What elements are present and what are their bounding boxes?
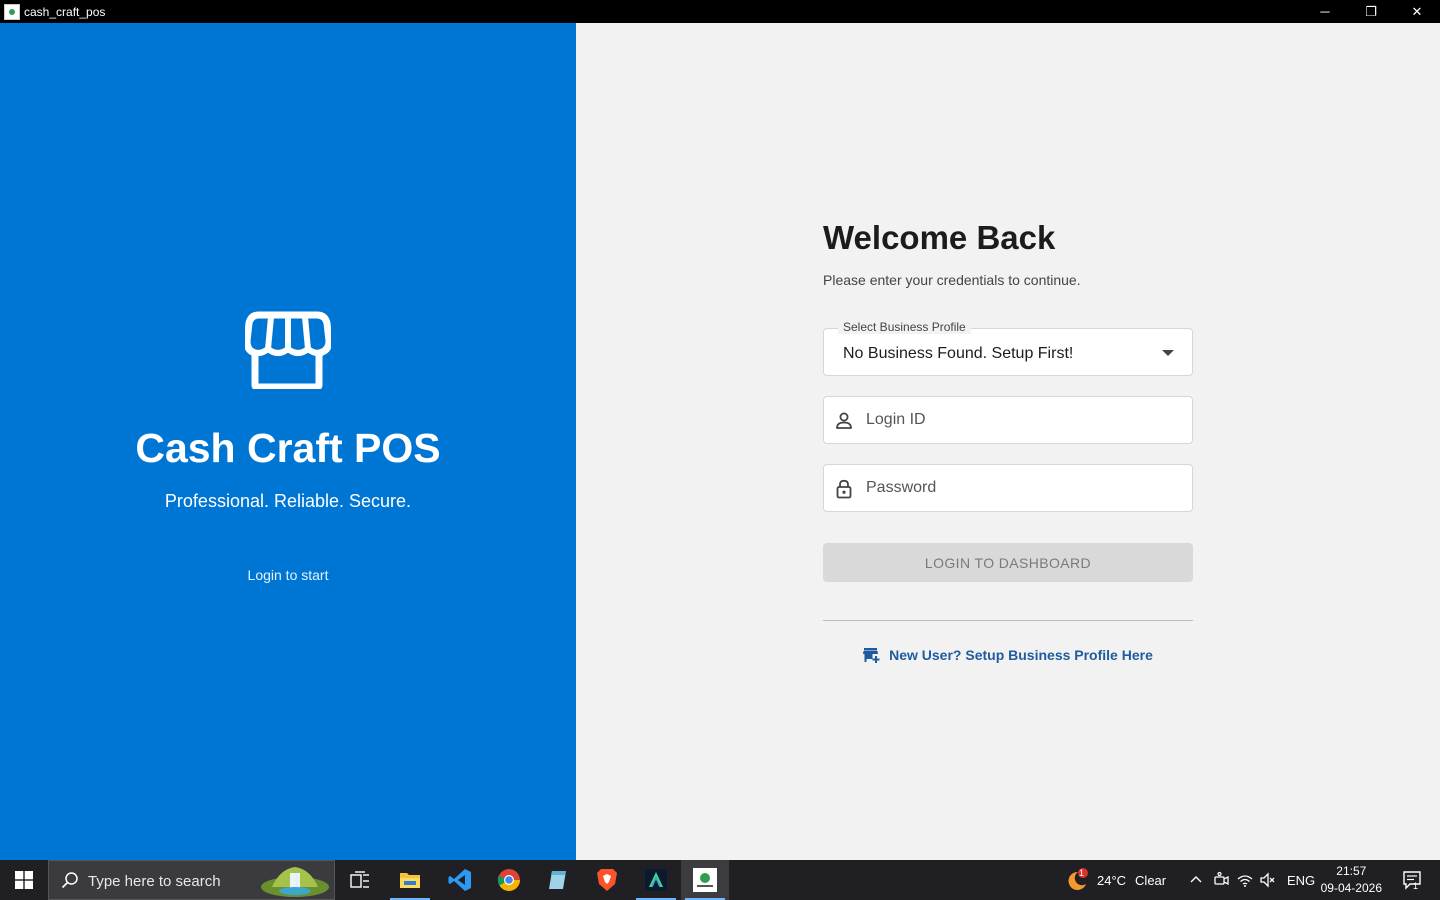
brave-button[interactable] [583,860,631,900]
login-id-field[interactable] [823,396,1193,444]
password-input[interactable] [866,465,1181,511]
login-button[interactable]: LOGIN TO DASHBOARD [823,543,1193,582]
vscode-icon [448,869,471,891]
weather-moon-icon [1068,868,1088,890]
divider [823,620,1193,621]
volume-muted-icon[interactable] [1259,871,1277,889]
person-icon [836,412,852,429]
search-icon [61,872,78,889]
business-profile-value: No Business Found. Setup First! [843,345,1074,362]
meet-now-icon[interactable] [1212,871,1230,889]
task-view-button[interactable] [336,860,384,900]
notepad-icon [549,871,566,889]
chevron-up-icon[interactable] [1188,872,1204,888]
clock[interactable]: 21:57 09-04-2026 [1321,863,1382,897]
cash-craft-app-icon [693,868,717,892]
restore-button[interactable]: ❐ [1348,0,1394,23]
search-placeholder: Type here to search [88,873,221,890]
setup-business-link-label: New User? Setup Business Profile Here [889,647,1153,663]
storefront-icon [245,311,331,389]
login-id-input[interactable] [866,397,1181,443]
weather-condition: Clear [1135,872,1167,888]
brave-icon [597,869,617,891]
chrome-icon [497,869,520,891]
android-studio-button[interactable] [632,860,680,900]
brand-title: Cash Craft POS [135,425,441,471]
taskbar-search[interactable]: Type here to search [48,860,335,900]
file-explorer-button[interactable] [386,860,434,900]
dropdown-arrow-icon[interactable] [1162,350,1174,356]
start-button[interactable] [0,860,48,900]
brand-panel: Cash Craft POS Professional. Reliable. S… [0,23,576,860]
window-title: cash_craft_pos [24,4,106,19]
system-tray: ENG [1188,860,1315,900]
business-profile-select[interactable]: Select Business Profile No Business Foun… [823,320,1193,376]
login-panel: Welcome Back Please enter your credentia… [576,23,1440,860]
wifi-icon[interactable] [1236,871,1254,889]
brand-hint: Login to start [247,567,329,583]
page-title: Welcome Back [823,219,1056,256]
cash-craft-pos-taskbar-button[interactable] [681,860,729,900]
business-profile-label: Select Business Profile [838,320,971,334]
vscode-button[interactable] [436,860,484,900]
clock-time: 21:57 [1336,864,1367,878]
taskbar: Type here to search 1 24°C Clear ENG 21:… [0,860,1440,900]
weather-widget[interactable]: 1 24°C Clear [1064,860,1166,900]
notification-count: 1 [1412,881,1418,891]
android-studio-icon [645,869,667,891]
password-field[interactable] [823,464,1193,512]
app-icon [4,3,20,20]
windows-logo-icon [15,871,33,889]
lock-icon [836,479,852,499]
window-controls: ─ ❐ ✕ [1302,0,1440,23]
task-view-icon [350,871,369,888]
notepad-button[interactable] [534,860,582,900]
page-subtitle: Please enter your credentials to continu… [823,272,1081,288]
language-indicator[interactable]: ENG [1287,873,1315,888]
close-button[interactable]: ✕ [1394,0,1440,23]
search-highlight-icon [261,867,329,897]
setup-business-link[interactable]: New User? Setup Business Profile Here [823,647,1193,663]
minimize-button[interactable]: ─ [1302,0,1348,23]
weather-temp: 24°C [1097,872,1127,888]
folder-icon [400,873,420,888]
chrome-button[interactable] [485,860,533,900]
brand-tagline: Professional. Reliable. Secure. [164,491,412,511]
weather-alert-badge: 1 [1079,868,1085,878]
title-bar: cash_craft_pos ─ ❐ ✕ [0,0,1440,23]
add-business-icon [863,648,880,663]
clock-date: 09-04-2026 [1320,881,1382,895]
